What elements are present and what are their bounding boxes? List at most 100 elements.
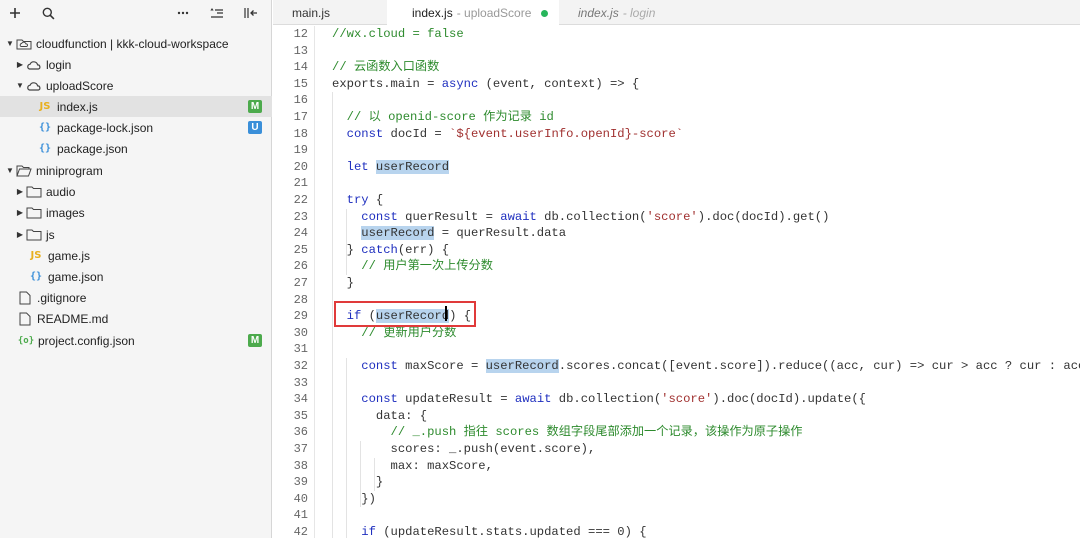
tree-item-readme[interactable]: README.md (0, 308, 272, 329)
code-line[interactable]: const updateResult = await db.collection… (332, 391, 866, 408)
line-number: 26 (293, 259, 308, 274)
tree-item-label: index.js (57, 99, 98, 114)
tab-label: index.js (578, 5, 619, 20)
line-number: 29 (293, 309, 308, 324)
tree-item-uploadscore[interactable]: ▼ uploadScore (0, 75, 272, 96)
chevron-down-icon[interactable]: ▼ (15, 81, 25, 90)
tree-item-package-json[interactable]: {} package.json (0, 138, 272, 159)
tree-item-label: package-lock.json (57, 120, 154, 135)
json-file-icon: {} (38, 122, 52, 133)
tree-item-label: images (46, 205, 85, 220)
code-line[interactable]: userRecord = querResult.data (332, 225, 566, 242)
tree-item-label: .gitignore (37, 290, 87, 305)
line-number: 32 (293, 359, 308, 373)
code-line[interactable]: const docId = `${event.userInfo.openId}-… (332, 126, 683, 143)
code-line[interactable]: scores: _.push(event.score), (332, 441, 596, 458)
tree-item-gitignore[interactable]: .gitignore (0, 287, 272, 308)
tab-main-js[interactable]: main.js (273, 0, 387, 25)
line-number: 40 (293, 491, 308, 506)
tree-item-game-js[interactable]: JS game.js (0, 245, 272, 266)
code-editor[interactable]: 12 13 14 15 16 17 18 19 20 21 22 23 24 25 26 27 28 29 30 31… (273, 26, 1080, 538)
tree-item-project-config-json[interactable]: {o} project.config.json M (0, 330, 272, 351)
tree-item-label: audio (46, 184, 76, 199)
chevron-right-icon[interactable]: ▶ (15, 187, 25, 196)
tree-item-label: login (46, 57, 72, 72)
chevron-down-icon[interactable]: ▼ (5, 39, 15, 48)
line-number: 23 (293, 209, 308, 224)
file-icon (16, 291, 34, 305)
tab-index-js-login[interactable]: index.js - login (559, 0, 669, 25)
git-status-badge: M (248, 334, 262, 347)
chevron-right-icon[interactable]: ▶ (15, 60, 25, 69)
line-number: 14 (293, 60, 308, 75)
modified-dot-icon (541, 9, 549, 17)
js-file-icon: JS (30, 250, 42, 261)
tree-item-audio[interactable]: ▶ audio (0, 181, 272, 202)
code-line[interactable]: const querResult = await db.collection('… (332, 209, 829, 226)
tree-item-game-json[interactable]: {} game.json (0, 266, 272, 287)
line-number: 13 (293, 43, 308, 58)
git-status-badge: U (248, 121, 262, 134)
collapse-panel-icon[interactable] (241, 3, 261, 23)
tree-item-login[interactable]: ▶ login (0, 54, 272, 75)
code-line[interactable]: // 更新用户分数 (332, 325, 456, 342)
code-line[interactable]: // 用户第一次上传分数 (332, 258, 493, 275)
json-file-icon: {} (38, 143, 52, 154)
tab-index-js-uploadscore[interactable]: index.js - uploadScore (387, 0, 559, 26)
tab-label: index.js (412, 6, 453, 20)
code-line[interactable]: // _.push 指往 scores 数组字段尾部添加一个记录，该操作为原子操… (332, 424, 803, 441)
text-cursor (445, 306, 447, 321)
line-number: 25 (293, 242, 308, 257)
code-line[interactable]: // 云函数入口函数 (332, 59, 439, 76)
line-number: 39 (293, 475, 308, 490)
tree-item-label: js (46, 227, 55, 242)
line-number: 22 (293, 193, 308, 207)
code-line[interactable]: max: maxScore, (332, 458, 493, 475)
code-line[interactable]: if (updateResult.stats.updated === 0) { (332, 524, 646, 538)
search-icon[interactable] (38, 3, 58, 23)
code-line[interactable]: try { (332, 192, 384, 209)
code-line[interactable]: }) (332, 491, 376, 508)
editor-tab-bar: main.js index.js - uploadScore index.js … (273, 0, 1080, 26)
tree-item-index-js[interactable]: JS index.js M (0, 96, 272, 117)
plus-icon[interactable] (5, 3, 25, 23)
tree-item-miniprogram[interactable]: ▼ miniprogram (0, 160, 272, 181)
tab-sublabel: - uploadScore (456, 6, 532, 20)
file-explorer: ▼ cloudfunction | kkk-cloud-workspace ▶ … (0, 0, 272, 538)
line-number: 33 (293, 375, 308, 390)
chevron-down-icon[interactable]: ▼ (5, 166, 15, 175)
annotation-highlight-box (334, 301, 476, 327)
config-file-icon: {o} (17, 335, 35, 346)
code-line[interactable]: } catch(err) { (332, 242, 449, 259)
folder-icon (25, 206, 43, 220)
tree-item-package-lock-json[interactable]: {} package-lock.json U (0, 117, 272, 138)
code-line[interactable]: //wx.cloud = false (332, 26, 464, 43)
indent-guide (332, 92, 333, 538)
code-line[interactable]: } (332, 474, 383, 491)
sort-icon[interactable] (207, 3, 227, 23)
tree-item-images[interactable]: ▶ images (0, 202, 272, 223)
tree-item-label: game.json (48, 269, 104, 284)
folder-open-icon (15, 164, 33, 178)
json-file-icon: {} (29, 271, 43, 282)
tree-item-label: project.config.json (38, 333, 135, 348)
cloud-icon (25, 79, 43, 93)
tree-item-label: README.md (37, 311, 109, 326)
js-file-icon: JS (39, 101, 51, 112)
code-line[interactable]: const maxScore = userRecord.scores.conca… (332, 358, 1080, 375)
tree-item-js[interactable]: ▶ js (0, 224, 272, 245)
chevron-right-icon[interactable]: ▶ (15, 230, 25, 239)
chevron-right-icon[interactable]: ▶ (15, 208, 25, 217)
tree-item-label: package.json (57, 141, 128, 156)
folder-icon (25, 185, 43, 199)
code-line[interactable]: let userRecord (332, 159, 450, 176)
code-line[interactable]: // 以 openid-score 作为记录 id (332, 109, 554, 126)
code-line[interactable]: exports.main = async (event, context) =>… (332, 76, 639, 93)
line-number: 12 (293, 27, 308, 41)
more-icon[interactable] (173, 3, 193, 23)
code-line[interactable]: } (332, 275, 354, 292)
line-number: 24 (293, 226, 308, 241)
line-number: 38 (293, 458, 308, 473)
tree-item-cloudfunction[interactable]: ▼ cloudfunction | kkk-cloud-workspace (0, 33, 272, 54)
line-number: 34 (293, 392, 308, 407)
